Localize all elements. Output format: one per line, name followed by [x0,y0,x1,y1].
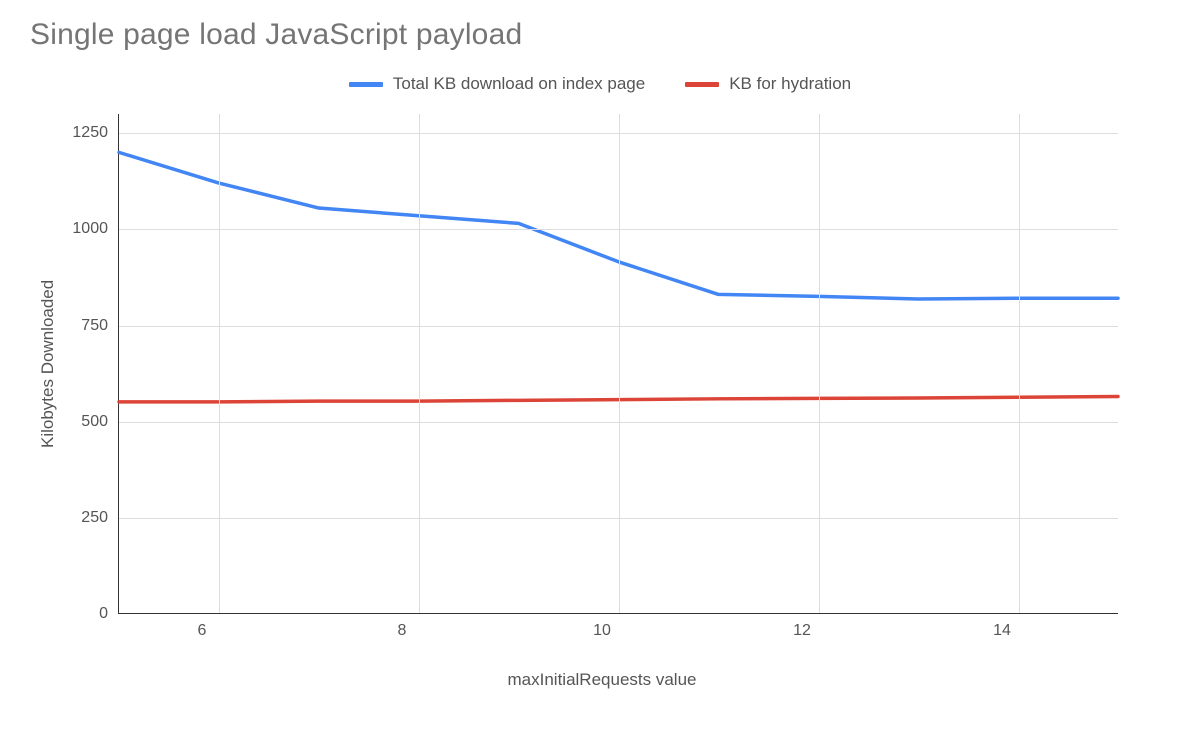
legend-label: Total KB download on index page [393,74,645,94]
chart: Single page load JavaScript payload Tota… [30,18,1170,690]
legend-swatch-blue-icon [349,82,383,87]
y-axis-label: Kilobytes Downloaded [30,114,58,614]
legend-label: KB for hydration [729,74,851,94]
gridline-v [419,114,420,613]
legend-item-total: Total KB download on index page [349,74,645,94]
x-axis-label: maxInitialRequests value [102,670,1102,690]
chart-title: Single page load JavaScript payload [30,18,1170,52]
y-tick-label: 500 [81,413,108,431]
plot-area: Kilobytes Downloaded 025050075010001250 [30,114,1170,614]
x-tick-label: 10 [593,622,611,640]
legend-item-hydration: KB for hydration [685,74,851,94]
gridline-v [219,114,220,613]
y-tick-label: 250 [81,509,108,527]
legend: Total KB download on index page KB for h… [30,74,1170,94]
x-tick-label: 14 [993,622,1011,640]
x-tick-label: 6 [198,622,207,640]
x-tick-label: 8 [398,622,407,640]
x-tick-label: 12 [793,622,811,640]
gridline-v [1019,114,1020,613]
y-tick-label: 750 [81,317,108,335]
plot [118,114,1118,614]
y-axis: 025050075010001250 [58,114,118,614]
gridline-v [819,114,820,613]
y-tick-label: 1000 [72,220,108,238]
x-axis: 6 8 10 12 14 [102,614,1102,646]
legend-swatch-red-icon [685,82,719,87]
y-tick-label: 1250 [72,124,108,142]
gridline-v [619,114,620,613]
